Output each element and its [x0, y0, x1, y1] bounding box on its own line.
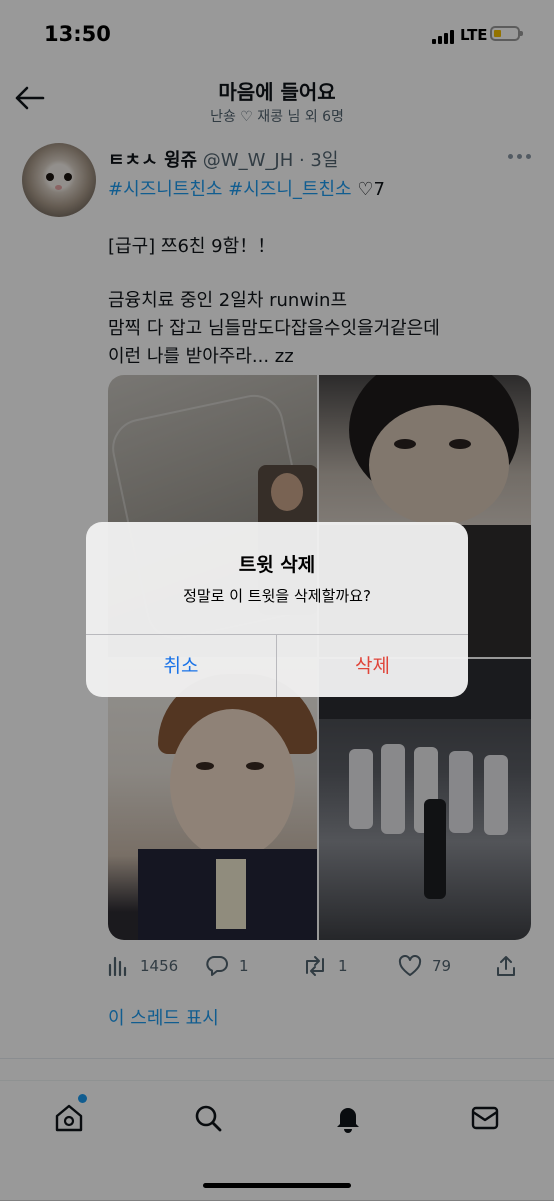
- delete-tweet-dialog: 트윗 삭제 정말로 이 트윗을 삭제할까요? 취소 삭제: [86, 522, 468, 697]
- delete-button[interactable]: 삭제: [277, 635, 468, 697]
- cancel-button[interactable]: 취소: [86, 635, 276, 697]
- dialog-title: 트윗 삭제: [238, 554, 316, 576]
- dialog-message: 정말로 이 트윗을 삭제할까요?: [183, 587, 371, 605]
